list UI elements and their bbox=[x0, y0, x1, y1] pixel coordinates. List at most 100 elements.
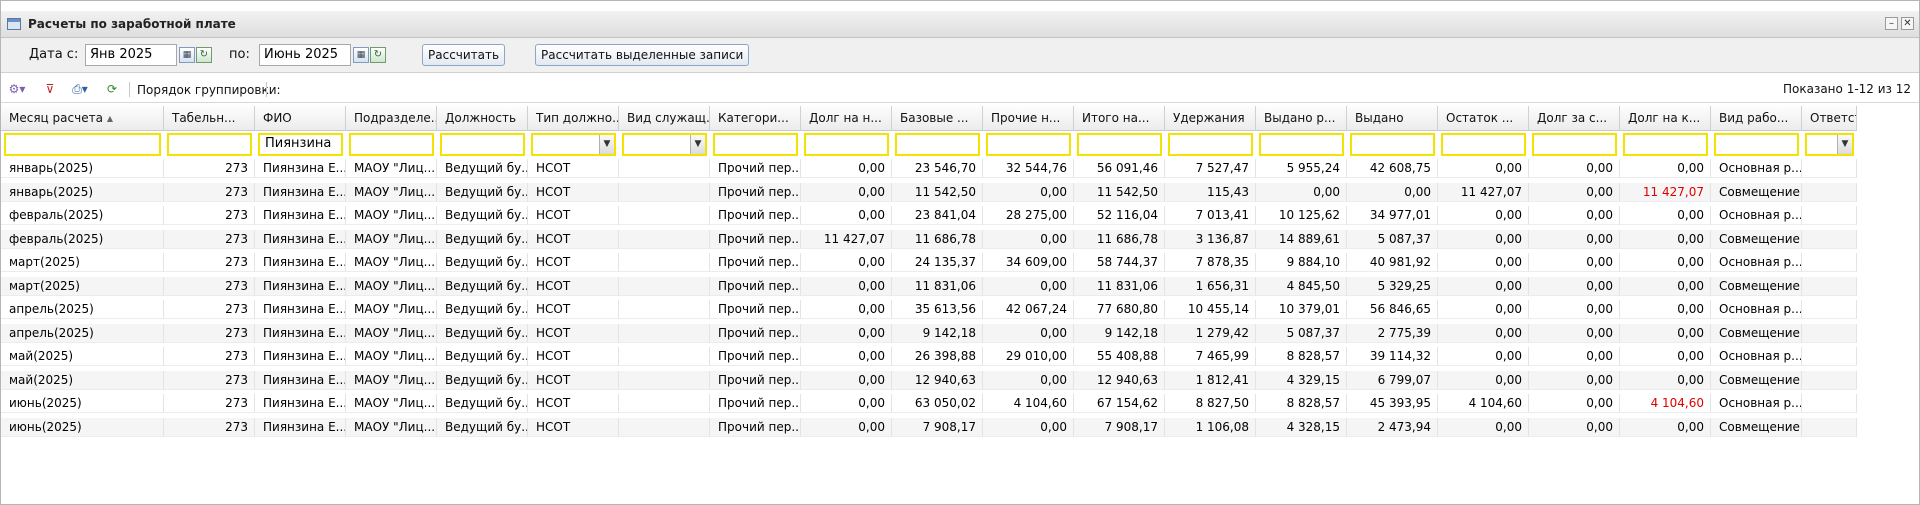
filter-other-accruals[interactable] bbox=[986, 133, 1071, 156]
cell-employee-type bbox=[619, 159, 710, 178]
table-row[interactable]: июнь(2025) 273 Пиянзина Е... МАОУ "Лиц... Ве… bbox=[1, 417, 1857, 437]
calendar-icon[interactable]: ▦ bbox=[179, 47, 195, 63]
cell-remainder: 0,00 bbox=[1438, 159, 1529, 178]
apply-date-to-icon[interactable]: ↻ bbox=[370, 47, 386, 63]
cell-remainder: 4 104,60 bbox=[1438, 394, 1529, 413]
table-row[interactable]: январь(2025) 273 Пиянзина Е... МАОУ "Лиц...… bbox=[1, 159, 1857, 178]
cell-department: МАОУ "Лиц... bbox=[346, 300, 437, 319]
column-header-position[interactable]: Должность bbox=[437, 106, 528, 131]
filter-position[interactable] bbox=[440, 133, 525, 156]
filter-paid[interactable] bbox=[1350, 133, 1435, 156]
calculate-selected-button[interactable]: Рассчитать выделенные записи bbox=[535, 44, 750, 66]
cell-debt-period: 0,00 bbox=[1529, 323, 1620, 343]
chevron-down-icon[interactable]: ▼ bbox=[1837, 135, 1852, 154]
filter-paid-advance[interactable] bbox=[1259, 133, 1344, 156]
cell-other-accruals: 42 067,24 bbox=[983, 300, 1074, 319]
cell-tab-number: 273 bbox=[164, 253, 255, 272]
column-header-debt-end[interactable]: Долг на к... bbox=[1620, 106, 1711, 131]
table-row[interactable]: май(2025) 273 Пиянзина Е... МАОУ "Лиц... Вед… bbox=[1, 370, 1857, 390]
column-header-category[interactable]: Категори... bbox=[710, 106, 801, 131]
column-header-work-type[interactable]: Вид рабо... bbox=[1711, 106, 1802, 131]
apply-date-from-icon[interactable]: ↻ bbox=[196, 47, 212, 63]
table-row[interactable]: февраль(2025) 273 Пиянзина Е... МАОУ "Лиц..… bbox=[1, 229, 1857, 249]
cell-department: МАОУ "Лиц... bbox=[346, 229, 437, 249]
filter-tab-number[interactable] bbox=[167, 133, 252, 156]
calculate-button[interactable]: Рассчитать bbox=[422, 44, 506, 66]
filter-debt-start[interactable] bbox=[804, 133, 889, 156]
cell-debt-end: 11 427,07 bbox=[1620, 182, 1711, 202]
table-row[interactable]: апрель(2025) 273 Пиянзина Е... МАОУ "Лиц...… bbox=[1, 323, 1857, 343]
filter-fio[interactable]: Пиянзина bbox=[258, 133, 343, 156]
column-header-position-type[interactable]: Тип должно... bbox=[528, 106, 619, 131]
column-header-other-accruals[interactable]: Прочие н... bbox=[983, 106, 1074, 131]
cell-department: МАОУ "Лиц... bbox=[346, 370, 437, 390]
table-row[interactable]: июнь(2025) 273 Пиянзина Е... МАОУ "Лиц... Ве… bbox=[1, 394, 1857, 413]
column-header-paid-advance[interactable]: Выдано р... bbox=[1256, 106, 1347, 131]
add-menu-icon[interactable]: ⚙▾ bbox=[7, 81, 27, 97]
refresh-icon[interactable]: ⟳ bbox=[103, 81, 121, 97]
filter-debt-period[interactable] bbox=[1532, 133, 1617, 156]
table-row[interactable]: апрель(2025) 273 Пиянзина Е... МАОУ "Лиц...… bbox=[1, 300, 1857, 319]
cell-remainder: 0,00 bbox=[1438, 370, 1529, 390]
cell-paid-advance: 4 329,15 bbox=[1256, 370, 1347, 390]
cell-month: март(2025) bbox=[1, 276, 164, 296]
column-header-debt-period[interactable]: Долг за с... bbox=[1529, 106, 1620, 131]
cell-debt-start: 0,00 bbox=[801, 370, 892, 390]
print-menu-icon[interactable]: ⎙▾ bbox=[67, 81, 93, 97]
cell-other-accruals: 0,00 bbox=[983, 323, 1074, 343]
chevron-down-icon[interactable]: ▼ bbox=[690, 135, 705, 154]
table-row[interactable]: март(2025) 273 Пиянзина Е... МАОУ "Лиц... Ве… bbox=[1, 276, 1857, 296]
column-header-employee-type[interactable]: Вид служащ... bbox=[619, 106, 710, 131]
period-toolbar: Дата с: Янв 2025 ▦ ↻ по: Июнь 2025 ▦ ↻ Р… bbox=[1, 38, 1919, 73]
cell-position: Ведущий бу... bbox=[437, 206, 528, 225]
table-row[interactable]: февраль(2025) 273 Пиянзина Е... МАОУ "Лиц..… bbox=[1, 206, 1857, 225]
cell-debt-start: 0,00 bbox=[801, 206, 892, 225]
filter-base-accruals[interactable] bbox=[895, 133, 980, 156]
cell-position-type: НСОТ bbox=[528, 417, 619, 437]
column-header-responsible[interactable]: Ответствен... bbox=[1802, 106, 1857, 131]
filter-deductions[interactable] bbox=[1168, 133, 1253, 156]
column-header-fio[interactable]: ФИО bbox=[255, 106, 346, 131]
close-icon[interactable]: ✕ bbox=[1901, 17, 1914, 30]
filter-responsible[interactable]: ▼ bbox=[1805, 133, 1854, 156]
filter-debt-end[interactable] bbox=[1623, 133, 1708, 156]
column-header-total-accrued[interactable]: Итого на... bbox=[1074, 106, 1165, 131]
table-row[interactable]: май(2025) 273 Пиянзина Е... МАОУ "Лиц... Вед… bbox=[1, 347, 1857, 366]
column-header-deductions[interactable]: Удержания bbox=[1165, 106, 1256, 131]
cell-responsible bbox=[1802, 370, 1857, 390]
filter-category[interactable] bbox=[713, 133, 798, 156]
filter-month[interactable] bbox=[4, 133, 161, 156]
filter-remainder[interactable] bbox=[1441, 133, 1526, 156]
date-from-input[interactable]: Янв 2025 bbox=[85, 44, 177, 66]
cell-work-type: Совмещение bbox=[1711, 417, 1802, 437]
column-header-remainder[interactable]: Остаток ... bbox=[1438, 106, 1529, 131]
calendar-icon[interactable]: ▦ bbox=[353, 47, 369, 63]
filter-department[interactable] bbox=[349, 133, 434, 156]
cell-position: Ведущий бу... bbox=[437, 323, 528, 343]
clear-filter-icon[interactable]: ⊽ bbox=[41, 81, 59, 97]
cell-total-accrued: 56 091,46 bbox=[1074, 159, 1165, 178]
cell-work-type: Основная р... bbox=[1711, 394, 1802, 413]
column-header-tab-number[interactable]: Табельн... bbox=[164, 106, 255, 131]
cell-fio: Пиянзина Е... bbox=[255, 417, 346, 437]
column-header-label: Вид служащ... bbox=[627, 111, 710, 125]
table-row[interactable]: январь(2025) 273 Пиянзина Е... МАОУ "Лиц...… bbox=[1, 182, 1857, 202]
table-row[interactable]: март(2025) 273 Пиянзина Е... МАОУ "Лиц... Ве… bbox=[1, 253, 1857, 272]
column-header-month[interactable]: Месяц расчета ▲ bbox=[1, 106, 164, 131]
filter-position-type[interactable]: ▼ bbox=[531, 133, 616, 156]
minimize-icon[interactable]: – bbox=[1885, 17, 1898, 30]
date-to-input[interactable]: Июнь 2025 bbox=[259, 44, 351, 66]
filter-total-accrued[interactable] bbox=[1077, 133, 1162, 156]
column-header-paid[interactable]: Выдано bbox=[1347, 106, 1438, 131]
column-header-label: Удержания bbox=[1173, 111, 1245, 125]
chevron-down-icon[interactable]: ▼ bbox=[599, 135, 614, 154]
column-header-department[interactable]: Подразделе... bbox=[346, 106, 437, 131]
cell-month: февраль(2025) bbox=[1, 206, 164, 225]
filter-work-type[interactable] bbox=[1714, 133, 1799, 156]
cell-paid: 39 114,32 bbox=[1347, 347, 1438, 366]
filter-employee-type[interactable]: ▼ bbox=[622, 133, 707, 156]
column-header-debt-start[interactable]: Долг на н... bbox=[801, 106, 892, 131]
cell-responsible bbox=[1802, 300, 1857, 319]
cell-total-accrued: 52 116,04 bbox=[1074, 206, 1165, 225]
column-header-base-accruals[interactable]: Базовые ... bbox=[892, 106, 983, 131]
